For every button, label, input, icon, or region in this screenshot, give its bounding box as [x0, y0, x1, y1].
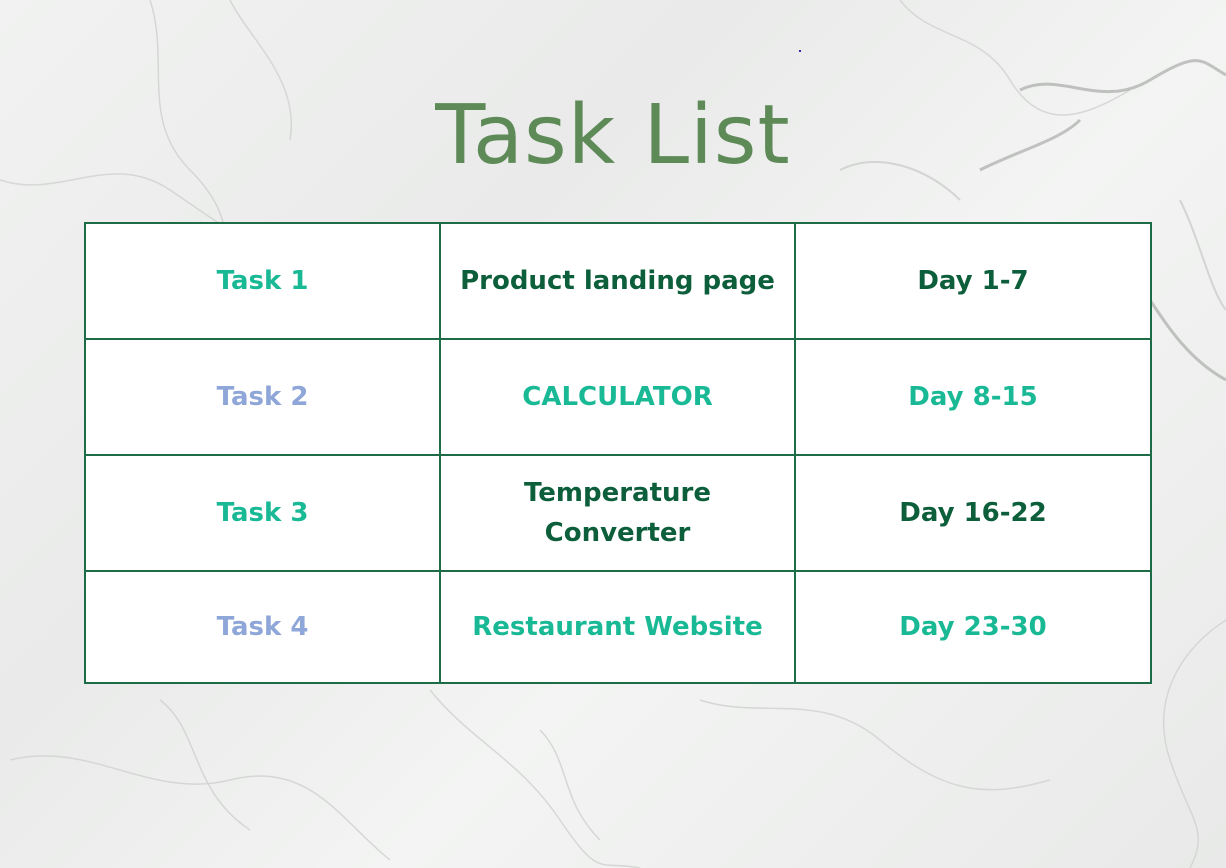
task-cell: Task 4 — [84, 570, 441, 684]
days-cell: Day 1-7 — [794, 222, 1152, 340]
project-cell: Temperature Converter — [439, 454, 796, 572]
task-table: Task 1 Product landing page Day 1-7 Task… — [84, 222, 1152, 684]
days-cell: Day 8-15 — [794, 338, 1152, 456]
page-title: Task List — [435, 88, 791, 183]
days-cell: Day 16-22 — [794, 454, 1152, 572]
table-row: Task 3 Temperature Converter Day 16-22 — [84, 454, 1152, 572]
table-row: Task 1 Product landing page Day 1-7 — [84, 222, 1152, 340]
table-row: Task 4 Restaurant Website Day 23-30 — [84, 570, 1152, 684]
task-cell: Task 2 — [84, 338, 441, 456]
project-cell: Restaurant Website — [439, 570, 796, 684]
table-row: Task 2 CALCULATOR Day 8-15 — [84, 338, 1152, 456]
project-cell: CALCULATOR — [439, 338, 796, 456]
task-cell: Task 1 — [84, 222, 441, 340]
stray-dot — [799, 50, 801, 52]
project-cell: Product landing page — [439, 222, 796, 340]
days-cell: Day 23-30 — [794, 570, 1152, 684]
task-cell: Task 3 — [84, 454, 441, 572]
